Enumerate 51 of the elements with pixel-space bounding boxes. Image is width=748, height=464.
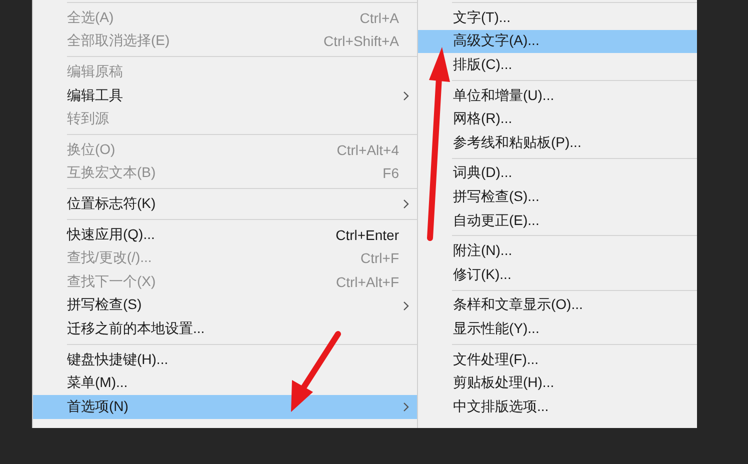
menu-item[interactable]: 拼写检查(S) [33,294,417,318]
menu-item-label: 菜单(M)... [67,374,129,392]
shortcut-label: Ctrl+Shift+A [324,33,399,50]
menu-item-label: 键盘快捷键(H)... [67,350,170,369]
menu-item[interactable]: 位置标志符(K) [33,192,417,216]
menu-item[interactable]: 中文排版选项... [418,394,697,418]
chevron-right-icon [403,90,409,101]
menu-item[interactable]: 自动更正(E)... [418,208,697,232]
menu-item[interactable]: 修订(K)... [418,262,697,287]
menu-item[interactable]: 高级文字(A)... [418,30,697,54]
menu-item[interactable]: 迁移之前的本地设置... [33,317,417,341]
menu-item[interactable]: 网格(R)... [418,107,697,131]
menu-item[interactable]: 文件处理(F)... [418,348,697,372]
chevron-right-icon [403,402,409,412]
menu-item[interactable]: 快速应用(Q)... Ctrl+Enter [33,222,417,246]
shortcut-label: Ctrl+Alt+F [336,274,399,290]
menu-item[interactable]: 文字(T)... [418,6,697,30]
menu-item-label: 首选项(N) [67,398,130,416]
menu-item-label: 快速应用(Q)... [67,226,156,244]
menu-item-label: 查找/更改(/)... [67,249,153,268]
menu-item[interactable]: 菜单(M)... [33,371,417,395]
menu-item-label: 编辑工具 [67,86,124,105]
menu-item[interactable]: 显示性能(Y)... [418,317,697,341]
menu-item[interactable]: 键盘快捷键(H)... [33,348,417,372]
menu-item[interactable]: 单位和增量(U)... [418,84,697,108]
menu-item[interactable]: 词典(D)... [418,162,697,186]
menu-item[interactable]: 排版(C)... [418,53,697,77]
menu-item-label: 换位(O) [67,140,116,159]
shortcut-label: Ctrl+Alt+4 [336,142,399,158]
shortcut-label: F6 [382,165,399,182]
menu-item-label: 编辑原稿 [67,62,124,81]
chevron-right-icon [403,300,409,311]
menu-item-label: 查找下一个(X) [67,272,157,291]
menu-item[interactable]: 条样和文章显示(O)... [418,294,697,318]
menu-item-label: 迁移之前的本地设置... [67,320,206,338]
menu-item[interactable]: 首选项(N) [33,394,417,418]
menu-item-label: 互换宏文本(B) [67,164,157,182]
menu-item[interactable]: 参考线和粘贴板(P)... [418,130,697,155]
menu-item[interactable]: 剪贴板处理(H)... [418,371,697,395]
menu-item[interactable]: 编辑工具 [33,84,417,108]
menu-item[interactable]: 拼写检查(S)... [418,185,697,209]
menu-item-label: 拼写检查(S) [67,296,143,314]
chevron-right-icon [403,199,409,210]
shortcut-label: Ctrl+F [360,250,399,266]
menu-item-label: 位置标志符(K) [67,194,157,213]
shortcut-label: Ctrl+A [360,10,399,26]
shortcut-label: Ctrl+Enter [336,226,399,243]
menu-item[interactable]: 附注(N)... [418,239,697,263]
menu-item-label: 全部取消选择(E) [67,32,171,50]
menu-item-label: 转到源 [67,110,110,128]
menu-item-label: 全选(A) [67,8,115,27]
